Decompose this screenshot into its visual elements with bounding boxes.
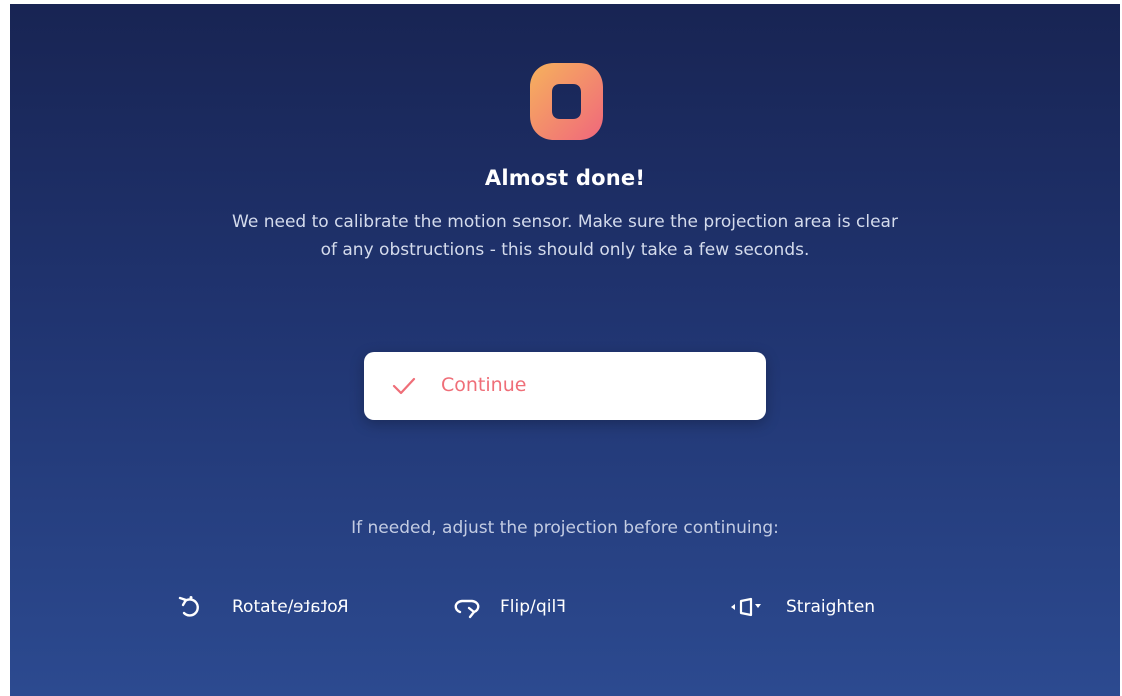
check-icon	[392, 377, 416, 395]
calibration-description: We need to calibrate the motion sensor. …	[10, 208, 1120, 264]
straighten-button[interactable]: Straighten	[728, 592, 928, 622]
rotate-icon	[178, 596, 199, 617]
adjust-hint: If needed, adjust the projection before …	[351, 518, 779, 538]
flip-separator: /	[530, 597, 536, 617]
calibration-screen: Almost done! We need to calibrate the mo…	[10, 4, 1120, 696]
flip-mirrored-label: Flip	[535, 597, 566, 617]
page-title: Almost done!	[484, 166, 646, 190]
description-line-2: of any obstructions - this should only t…	[320, 240, 810, 260]
rotate-label-text: Rotate	[232, 597, 288, 617]
flip-label: Flip/Flip	[500, 596, 566, 618]
flip-button[interactable]: Flip/Flip	[452, 592, 622, 622]
rotate-button[interactable]: Rotate/Rotate	[176, 592, 396, 622]
rotate-mirrored-label: Rotate	[293, 597, 350, 617]
description-line-1: We need to calibrate the motion sensor. …	[232, 212, 898, 232]
rotate-label: Rotate/Rotate	[232, 596, 349, 618]
continue-button[interactable]: Continue	[364, 352, 766, 420]
straighten-icon	[731, 597, 761, 617]
app-logo-icon	[530, 63, 603, 140]
flip-label-text: Flip	[500, 597, 531, 617]
continue-label: Continue	[441, 374, 527, 396]
flip-icon	[454, 599, 480, 619]
straighten-label: Straighten	[786, 597, 876, 617]
